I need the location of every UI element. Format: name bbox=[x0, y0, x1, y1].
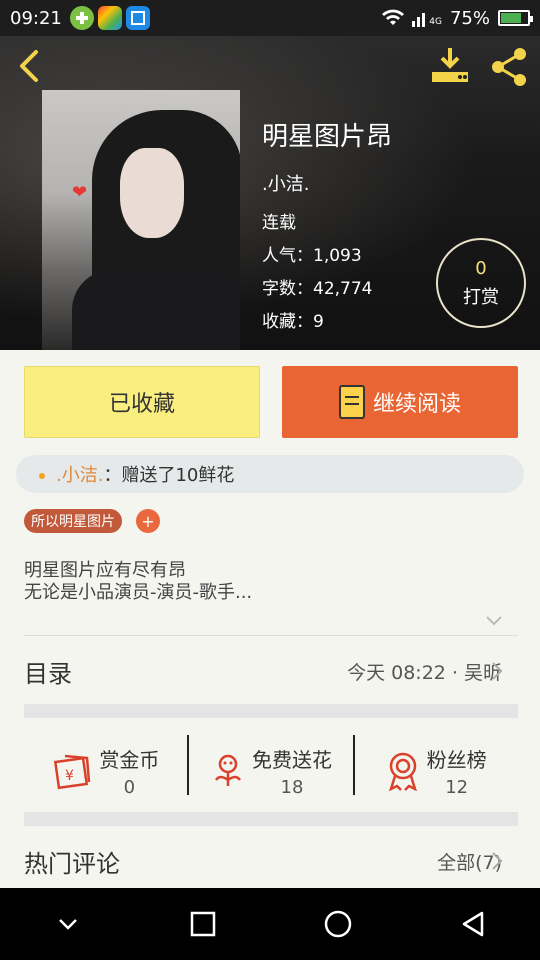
chevron-down-icon bbox=[486, 616, 502, 626]
description-line: 明星图片应有尽有昂 bbox=[24, 560, 186, 581]
medal-icon bbox=[388, 752, 417, 791]
heart-icon: ❤ bbox=[72, 182, 88, 203]
book-cover-image[interactable]: ❤ bbox=[42, 90, 240, 350]
download-icon bbox=[432, 48, 468, 82]
status-bar: 09:21 4G 75% bbox=[0, 0, 540, 36]
battery-percent: 75% bbox=[449, 7, 490, 29]
scan-app-notification-icon bbox=[125, 6, 150, 30]
gift-sender: .小洁. bbox=[56, 465, 104, 486]
nav-recents-button[interactable] bbox=[173, 894, 233, 954]
book-header: ❤ 明星图片昂 .小洁. 连载 人气：1,093 字数：42,774 收藏：9 … bbox=[0, 36, 540, 350]
book-title: 明星图片昂 bbox=[262, 122, 393, 152]
tip-count: 0 bbox=[475, 257, 487, 279]
word-count-stat: 字数：42,774 bbox=[262, 279, 373, 299]
book-status: 连载 bbox=[262, 213, 296, 233]
triangle-back-icon bbox=[462, 911, 483, 937]
chevron-right-icon bbox=[492, 852, 503, 870]
square-icon bbox=[190, 911, 215, 937]
stats-divider bbox=[187, 735, 189, 795]
signal-icon: 4G bbox=[412, 9, 442, 27]
favorited-button[interactable]: 已收藏 bbox=[24, 366, 260, 438]
toc-latest-update[interactable]: 今天 08:22 · 吴昕 bbox=[347, 658, 502, 685]
favorited-label: 已收藏 bbox=[108, 392, 175, 417]
stat-value: 0 bbox=[123, 776, 136, 798]
stats-divider bbox=[353, 735, 355, 795]
book-description: 明星图片应有尽有昂 无论是小品演员-演员-歌手... bbox=[24, 560, 252, 604]
add-tag-button[interactable]: + bbox=[136, 509, 160, 533]
wifi-icon bbox=[382, 9, 405, 25]
svg-text:¥: ¥ bbox=[65, 768, 74, 784]
continue-reading-label: 继续阅读 bbox=[372, 392, 461, 417]
chevron-down-icon bbox=[58, 919, 77, 930]
stat-label: 免费送花 bbox=[252, 747, 332, 772]
game-app-notification-icon bbox=[97, 6, 122, 30]
back-button[interactable] bbox=[12, 46, 48, 86]
stat-value: 18 bbox=[280, 776, 304, 798]
battery-icon bbox=[498, 10, 533, 26]
tip-button[interactable]: 0 打赏 bbox=[436, 238, 526, 328]
system-nav-bar bbox=[0, 888, 540, 960]
flower-icon bbox=[214, 754, 242, 786]
toc-title[interactable]: 目录 bbox=[24, 654, 72, 689]
stat-value: 12 bbox=[445, 776, 469, 798]
section-separator bbox=[24, 704, 518, 718]
section-separator bbox=[24, 812, 518, 826]
book-icon bbox=[338, 385, 365, 419]
nav-back-button[interactable] bbox=[443, 894, 503, 954]
expand-description-button[interactable] bbox=[484, 610, 504, 630]
reward-stats-row: ¥ 赏金币 0 免费送花 18 粉丝榜 12 bbox=[24, 718, 518, 823]
share-icon bbox=[492, 48, 526, 86]
divider bbox=[24, 635, 518, 636]
reward-coins-item[interactable]: ¥ 赏金币 0 bbox=[24, 718, 189, 823]
favorites-stat: 收藏：9 bbox=[262, 312, 324, 332]
fan-ranking-item[interactable]: 粉丝榜 12 bbox=[353, 718, 518, 823]
chevron-right-icon bbox=[492, 662, 503, 680]
gift-notice-bar[interactable]: .小洁. ：赠送了10鲜花 bbox=[16, 455, 524, 493]
stat-label: 粉丝榜 bbox=[426, 747, 487, 772]
download-button[interactable] bbox=[428, 46, 472, 86]
gift-text: ：赠送了10鲜花 bbox=[103, 465, 235, 486]
tip-label: 打赏 bbox=[463, 286, 499, 308]
hot-comments-title: 热门评论 bbox=[24, 850, 120, 878]
status-time: 09:21 bbox=[10, 7, 62, 29]
book-tag[interactable]: 所以明星图片 bbox=[24, 509, 122, 533]
continue-reading-button[interactable]: 继续阅读 bbox=[282, 366, 518, 438]
status-right: 4G 75% bbox=[382, 7, 533, 29]
circle-icon bbox=[324, 910, 351, 938]
gift-icon bbox=[28, 462, 48, 487]
stat-label: 赏金币 bbox=[99, 747, 160, 772]
popularity-stat: 人气：1,093 bbox=[262, 246, 362, 266]
red-envelope-icon: ¥ bbox=[54, 754, 91, 789]
back-arrow-icon bbox=[20, 50, 38, 82]
free-flowers-item[interactable]: 免费送花 18 bbox=[189, 718, 354, 823]
nav-home-button[interactable] bbox=[308, 894, 368, 954]
nav-collapse-button[interactable] bbox=[38, 894, 98, 954]
network-type: 4G bbox=[429, 17, 442, 27]
share-button[interactable] bbox=[488, 46, 530, 88]
description-line: 无论是小品演员-演员-歌手... bbox=[24, 582, 253, 603]
book-author[interactable]: .小洁. bbox=[262, 170, 309, 196]
app-notification-icon bbox=[69, 6, 94, 30]
